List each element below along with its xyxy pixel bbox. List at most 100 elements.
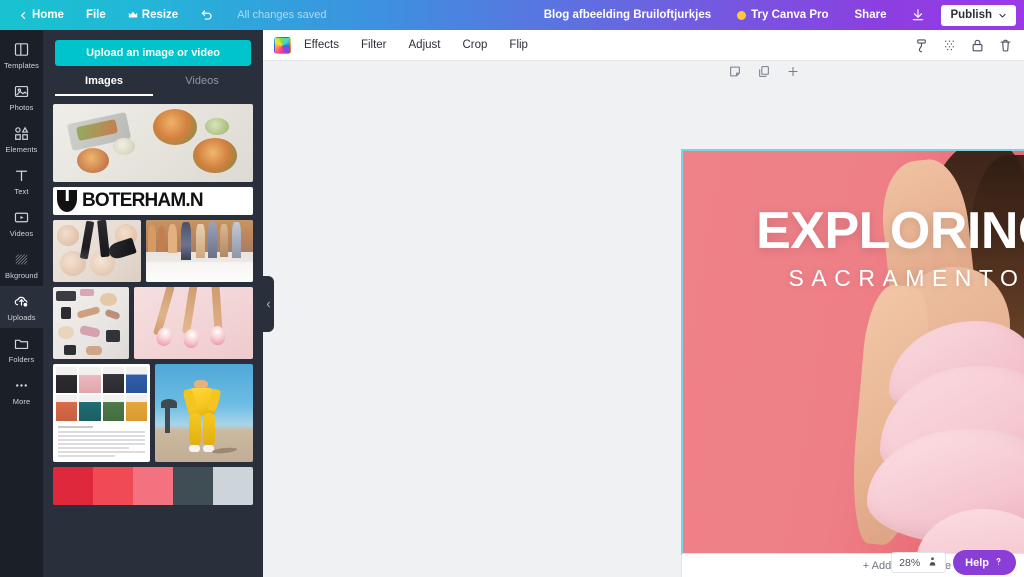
thumbnail-yellow-tracksuit[interactable] [155, 364, 253, 462]
duplicate-page-icon[interactable] [757, 65, 770, 78]
uploads-thumbnail-grid: BOTERHAM.N [43, 96, 263, 577]
palette-swatch [133, 467, 173, 505]
canvas-footer-controls: 28% Help [891, 550, 1016, 575]
lock-icon[interactable] [970, 38, 985, 53]
resize-button[interactable]: Resize [117, 0, 189, 30]
thumbnail-color-palette[interactable] [53, 467, 253, 505]
chevron-left-icon [265, 295, 272, 313]
upload-image-or-video-button[interactable]: Upload an image or video [55, 40, 251, 66]
flip-label: Flip [509, 39, 528, 51]
download-icon [911, 8, 925, 22]
background-icon [13, 251, 30, 268]
home-button[interactable]: Home [8, 0, 75, 30]
sidebar-item-more[interactable]: More [0, 370, 43, 412]
top-bar: Home File Resize All changes saved Blog … [0, 0, 1024, 30]
chevron-down-icon [998, 11, 1007, 20]
tab-images[interactable]: Images [55, 75, 153, 96]
palette-swatch [53, 467, 93, 505]
thumbnail-row [53, 220, 253, 282]
share-label: Share [854, 9, 887, 21]
help-label: Help [965, 556, 989, 569]
plus-icon[interactable] [786, 65, 799, 78]
more-dots-icon [13, 377, 30, 394]
zoom-control[interactable]: 28% [891, 552, 947, 573]
sidebar-item-videos[interactable]: Videos [0, 202, 43, 244]
thumbnail-dress-catalog[interactable] [53, 364, 150, 462]
try-pro-label: Try Canva Pro [751, 9, 829, 21]
folders-icon [13, 335, 30, 352]
sidebar-item-uploads[interactable]: Uploads [0, 286, 43, 328]
selection-border [681, 149, 1024, 577]
sidebar-item-elements[interactable]: Elements [0, 118, 43, 160]
thumbnail-pink-makeup-brushes[interactable] [134, 287, 253, 359]
transparency-icon[interactable] [942, 38, 957, 53]
zoom-level-label: 28% [899, 556, 921, 569]
note-icon[interactable] [728, 65, 741, 78]
effects-label: Effects [304, 39, 339, 51]
thumbnail-row [53, 364, 253, 462]
sidebar-item-text[interactable]: Text [0, 160, 43, 202]
thumbnail-makeup-powders[interactable] [53, 220, 141, 282]
home-label: Home [32, 9, 64, 21]
file-menu-button[interactable]: File [75, 0, 117, 30]
sidebar-item-label: Videos [9, 229, 34, 238]
top-bar-left-group: Home File Resize All changes saved [0, 0, 338, 30]
sidebar-item-folders[interactable]: Folders [0, 328, 43, 370]
crop-label: Crop [462, 39, 488, 51]
effects-button[interactable]: Effects [295, 35, 348, 55]
help-button[interactable]: Help [953, 550, 1016, 575]
sidebar-item-background[interactable]: Bkground [0, 244, 43, 286]
trash-icon[interactable] [998, 38, 1013, 53]
sidebar-item-templates[interactable]: Templates [0, 34, 43, 76]
thumbnail-cosmetics-flatlay[interactable] [53, 287, 129, 359]
sidebar-item-label: Folders [8, 355, 35, 364]
thumbnail-fashion-runway[interactable] [146, 220, 253, 282]
thumbnail-row [53, 104, 253, 182]
sidebar-item-label: Uploads [7, 313, 36, 322]
filter-button[interactable]: Filter [352, 35, 396, 55]
sidebar-item-label: Elements [5, 145, 38, 154]
palette-swatch [173, 467, 213, 505]
thumbnail-food-bowls[interactable] [53, 104, 253, 182]
undo-button[interactable] [189, 0, 225, 30]
adjust-button[interactable]: Adjust [400, 35, 450, 55]
publish-button[interactable]: Publish [941, 4, 1016, 26]
palette-swatch [213, 467, 253, 505]
image-color-swatch[interactable] [274, 36, 291, 54]
sidebar-item-photos[interactable]: Photos [0, 76, 43, 118]
uploads-icon [13, 293, 30, 310]
color-picker-icon[interactable] [914, 38, 929, 53]
tab-label: Images [85, 75, 123, 87]
thumbnail-row: BOTERHAM.N [53, 187, 253, 215]
thumbnail-row [53, 287, 253, 359]
thumbnail-row [53, 467, 253, 505]
question-mark-icon [993, 556, 1004, 570]
adjust-label: Adjust [408, 39, 441, 51]
left-rail: Templates Photos Elements Text Videos Bk… [0, 30, 43, 577]
templates-icon [13, 41, 30, 58]
file-label: File [85, 9, 106, 21]
page-tools [728, 65, 799, 78]
upload-button-label: Upload an image or video [86, 47, 220, 59]
download-button[interactable] [900, 0, 936, 30]
crop-button[interactable]: Crop [453, 35, 496, 55]
undo-arrow-icon [200, 8, 214, 22]
collapse-panel-button[interactable] [262, 275, 274, 332]
sidebar-item-label: Bkground [5, 271, 38, 280]
editor-area: Effects Filter Adjust Crop Flip EXPLORIN… [263, 30, 1024, 577]
sidebar-item-label: Templates [3, 61, 40, 70]
publish-label: Publish [950, 9, 992, 21]
image-toolbar: Effects Filter Adjust Crop Flip [263, 30, 1024, 61]
flip-button[interactable]: Flip [500, 35, 537, 55]
design-title[interactable]: Blog afbeelding Bruiloftjurkjes [530, 9, 725, 21]
photos-icon [13, 83, 30, 100]
sidebar-item-label: More [12, 397, 31, 406]
tab-videos[interactable]: Videos [153, 75, 251, 96]
elements-icon [13, 125, 30, 142]
thumbnail-boterham-logo[interactable]: BOTERHAM.N [53, 187, 253, 215]
uploads-panel: Upload an image or video Images Videos B… [43, 30, 274, 577]
design-canvas[interactable]: EXPLORING SACRAMENTO [681, 149, 1024, 577]
share-button[interactable]: Share [841, 0, 901, 30]
sidebar-item-label: Photos [9, 103, 34, 112]
try-canva-pro-button[interactable]: Try Canva Pro [725, 0, 840, 30]
